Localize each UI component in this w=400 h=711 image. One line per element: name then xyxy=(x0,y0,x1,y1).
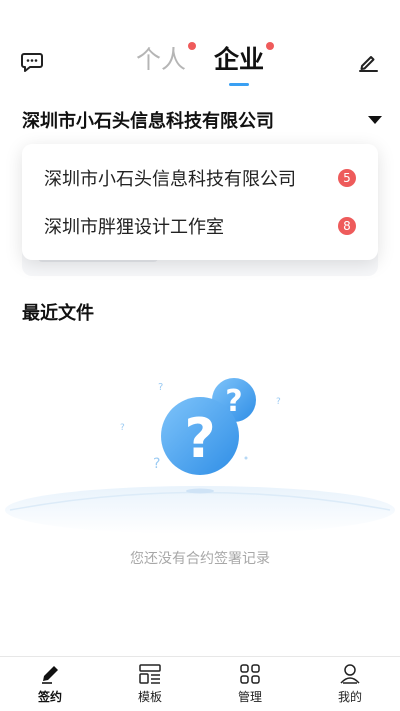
svg-text:?: ? xyxy=(120,423,125,433)
empty-state-text: 您还没有合约签署记录 xyxy=(130,551,270,567)
nav-label: 我的 xyxy=(337,690,362,704)
empty-state-illustration: ? ? ? ? ? ? xyxy=(0,360,400,540)
caret-down-icon[interactable] xyxy=(368,116,382,124)
dropdown-item[interactable]: 深圳市小石头信息科技有限公司 5 xyxy=(44,162,356,194)
nav-item-template[interactable]: 模板 xyxy=(100,657,200,711)
svg-text:?: ? xyxy=(276,397,281,407)
company-selector[interactable]: 深圳市小石头信息科技有限公司 xyxy=(22,104,382,136)
svg-text:?: ? xyxy=(153,456,160,472)
notification-dot xyxy=(266,42,275,50)
notification-dot xyxy=(188,42,196,50)
svg-text:?: ? xyxy=(184,407,215,470)
bottom-nav: 签约 模板 管理 我的 xyxy=(0,656,400,711)
grid-icon xyxy=(239,663,261,685)
dropdown-item[interactable]: 深圳市胖狸设计工作室 8 xyxy=(44,210,356,242)
tab-enterprise[interactable]: 企业 xyxy=(210,40,275,86)
recent-files-title: 最近文件 xyxy=(22,303,94,324)
nav-label: 签约 xyxy=(37,690,62,704)
top-bar: 个人 企业 xyxy=(0,40,400,86)
nav-label: 管理 xyxy=(237,690,262,704)
template-icon xyxy=(139,663,161,685)
tab-enterprise-label: 企业 xyxy=(214,45,265,74)
tab-personal[interactable]: 个人 xyxy=(132,40,196,80)
user-icon xyxy=(339,663,361,685)
count-badge: 5 xyxy=(338,169,356,187)
company-name: 深圳市小石头信息科技有限公司 xyxy=(22,111,274,132)
nav-label: 模板 xyxy=(137,690,162,704)
nav-item-manage[interactable]: 管理 xyxy=(200,657,300,711)
tab-personal-label: 个人 xyxy=(135,45,186,74)
active-tab-indicator xyxy=(229,83,249,86)
nav-item-mine[interactable]: 我的 xyxy=(300,657,400,711)
mode-tabs: 个人 企业 xyxy=(0,40,400,86)
dropdown-item-label: 深圳市小石头信息科技有限公司 xyxy=(44,169,296,190)
pen-icon xyxy=(39,663,61,685)
edit-icon[interactable] xyxy=(356,50,380,74)
dropdown-item-label: 深圳市胖狸设计工作室 xyxy=(44,217,224,238)
count-badge: 8 xyxy=(338,217,356,235)
svg-text:?: ? xyxy=(158,382,163,393)
nav-item-sign[interactable]: 签约 xyxy=(0,657,100,711)
company-dropdown: 深圳市小石头信息科技有限公司 5 深圳市胖狸设计工作室 8 xyxy=(22,144,378,260)
